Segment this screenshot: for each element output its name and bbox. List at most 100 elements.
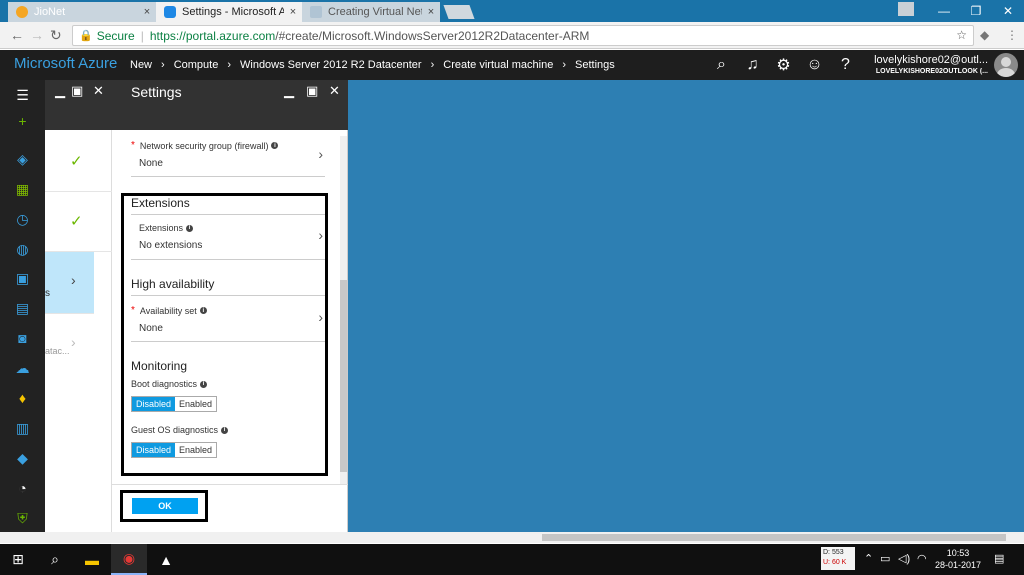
minimize-blade-icon[interactable]: ▁ (284, 83, 294, 99)
grid-icon[interactable]: ▦ (0, 174, 45, 204)
gear-icon[interactable]: ⚙ (768, 50, 799, 80)
divider: | (140, 28, 144, 43)
tab-jionet[interactable]: JioNet × (8, 2, 156, 22)
close-blade-icon[interactable]: ✕ (93, 83, 104, 99)
scrollbar-thumb[interactable] (340, 280, 347, 472)
step-label: s (45, 288, 50, 299)
shield-icon[interactable]: ⛨ (0, 503, 45, 533)
window-close-icon[interactable]: ✕ (992, 0, 1024, 22)
ok-button[interactable]: OK (132, 498, 198, 514)
monitor-icon[interactable]: ▣ (0, 263, 45, 293)
battery-icon[interactable]: ▭ (880, 552, 890, 565)
step-basics[interactable]: ✓ (45, 132, 112, 192)
blade-header: ▁ ▣ ✕ (45, 80, 112, 130)
tab-title: Settings - Microsoft Azur (182, 6, 284, 18)
search-icon[interactable]: ⌕ (37, 544, 73, 575)
breadcrumb-create-vm[interactable]: Create virtual machine (443, 59, 553, 71)
photos-icon[interactable]: ▲ (148, 544, 184, 575)
search-icon[interactable]: ⌕ (706, 50, 737, 80)
net-up: U: 60 K (823, 559, 847, 566)
horizontal-scrollbar[interactable] (0, 532, 1024, 543)
step-summary[interactable]: atac... › (45, 316, 112, 376)
azure-brand[interactable]: Microsoft Azure (14, 55, 117, 72)
windows-start-icon[interactable]: ⊞ (0, 544, 36, 575)
chrome-icon[interactable]: ◉ (111, 544, 147, 575)
page-title: Settings (131, 84, 182, 100)
maximize-blade-icon[interactable]: ▣ (71, 83, 83, 99)
cloud-icon[interactable]: ☁ (0, 353, 45, 383)
close-blade-icon[interactable]: ✕ (329, 83, 340, 99)
check-icon: ✓ (70, 213, 83, 230)
check-icon: ✓ (70, 153, 83, 170)
notification-icon[interactable]: ▤ (994, 552, 1004, 565)
url-path: /#create/Microsoft.WindowsServer2012R2Da… (275, 28, 590, 43)
breadcrumb-compute[interactable]: Compute (174, 59, 219, 71)
step-size[interactable]: ✓ (45, 192, 112, 252)
close-icon[interactable]: × (422, 6, 440, 18)
nsg-label-row: * Network security group (firewall) i (131, 140, 325, 151)
chevron-right-icon: › (71, 334, 76, 350)
net-down: D: 553 (823, 549, 844, 556)
jionet-favicon-icon (16, 6, 28, 18)
vm-icon[interactable]: ▤ (0, 293, 45, 323)
account-name: lovelykishore02@outl... (874, 54, 988, 66)
clock[interactable]: 10:53 28-01-2017 (930, 547, 986, 571)
time: 10:53 (946, 548, 970, 558)
breadcrumb: New › Compute › Windows Server 2012 R2 D… (130, 59, 615, 71)
globe-icon[interactable]: ◍ (0, 234, 45, 264)
breadcrumb-windows-server[interactable]: Windows Server 2012 R2 Datacenter (240, 59, 422, 71)
create-vm-blade: ▁ ▣ ✕ ✓ ✓ s › atac... › (45, 80, 112, 532)
clock-icon[interactable]: ◷ (0, 204, 45, 234)
account-info[interactable]: lovelykishore02@outl... LOVELYKISHORE02O… (866, 54, 988, 75)
extension-icon[interactable]: ◆ (980, 28, 989, 42)
file-explorer-icon[interactable]: ▬ (74, 544, 110, 575)
breadcrumb-settings[interactable]: Settings (575, 59, 615, 71)
top-icons: ⌕ ♫ ⚙ ☺ ? (706, 50, 861, 80)
help-icon[interactable]: ? (830, 50, 861, 80)
profile-icon[interactable] (898, 2, 914, 16)
bell-icon[interactable]: ♫ (737, 50, 768, 80)
chevron-right-icon: › (562, 59, 566, 71)
url-bar[interactable]: 🔒 Secure | https://portal.azure.com /#cr… (72, 25, 974, 46)
address-toolbar: ← → ↻ 🔒 Secure | https://portal.azure.co… (0, 22, 1024, 49)
tab-settings-azure[interactable]: Settings - Microsoft Azur × (156, 2, 302, 22)
cube-icon[interactable]: ◈ (0, 144, 45, 174)
restore-icon[interactable]: ❐ (960, 0, 992, 22)
volume-icon[interactable]: ◁) (898, 552, 910, 565)
close-icon[interactable]: × (138, 6, 156, 18)
back-arrow-icon[interactable]: ← (10, 27, 24, 43)
maximize-blade-icon[interactable]: ▣ (306, 83, 318, 99)
dashboard-area (348, 80, 1024, 532)
tab-creating-vnet[interactable]: Creating Virtual Network × (302, 2, 440, 22)
minimize-icon[interactable]: — (928, 0, 960, 22)
new-tab-button[interactable] (443, 5, 475, 19)
minimize-blade-icon[interactable]: ▁ (55, 83, 65, 99)
account-tenant: LOVELYKISHORE02OUTLOOK (... (875, 68, 988, 75)
forward-arrow-icon[interactable]: → (30, 27, 44, 43)
storage-icon[interactable]: ▥ (0, 413, 45, 443)
diamond-icon[interactable]: ◆ (0, 443, 45, 473)
close-icon[interactable]: × (284, 6, 302, 18)
reload-icon[interactable]: ↻ (50, 27, 62, 44)
highlight-box-settings (121, 193, 328, 476)
wifi-icon[interactable]: ◠ (917, 552, 927, 565)
plus-icon[interactable]: + (0, 106, 45, 136)
divider (112, 484, 348, 485)
gauge-icon[interactable]: ◔ (0, 473, 45, 503)
date: 28-01-2017 (934, 560, 982, 570)
chevron-up-icon[interactable]: ⌃ (864, 552, 873, 565)
step-settings[interactable]: s › (45, 252, 94, 314)
menu-dots-icon[interactable]: ⋮ (1006, 28, 1018, 42)
window-controls: — ❐ ✕ (928, 0, 1024, 22)
scrollbar-thumb[interactable] (542, 534, 1006, 541)
blade-scrollbar[interactable] (340, 136, 347, 484)
info-icon[interactable]: i (271, 142, 279, 149)
bookmark-star-icon[interactable]: ☆ (956, 28, 967, 42)
breadcrumb-new[interactable]: New (130, 59, 152, 71)
windows-taskbar: ⊞ ⌕ ▬ ◉ ▲ D: 553 U: 60 K ⌃ ▭ ◁) ◠ 10:53 … (0, 544, 1024, 575)
avatar[interactable] (994, 53, 1018, 77)
key-icon[interactable]: ♦ (0, 383, 45, 413)
sql-icon[interactable]: ◙ (0, 323, 45, 353)
nsg-field[interactable]: * Network security group (firewall) i No… (131, 140, 325, 177)
smiley-icon[interactable]: ☺ (799, 50, 830, 80)
